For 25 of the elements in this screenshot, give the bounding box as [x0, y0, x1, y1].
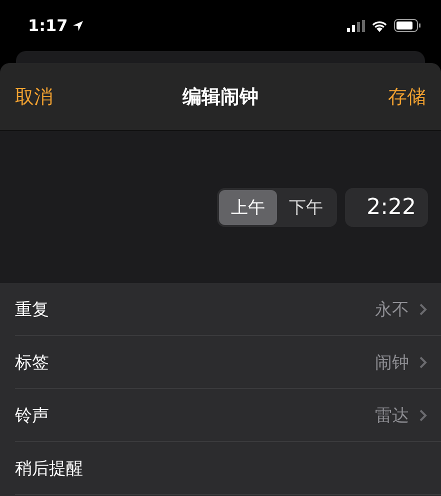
row-label: 铃声 [15, 404, 50, 426]
meridiem-option[interactable]: 上午 [219, 190, 277, 224]
chevron-right-icon [419, 302, 427, 316]
battery-icon [394, 19, 421, 32]
settings-row[interactable]: 重复 永不 [15, 283, 441, 336]
time-field[interactable]: 2:22 [345, 188, 428, 226]
row-value: 闹钟 [375, 352, 409, 374]
row-value: 雷达 [375, 404, 409, 426]
settings-row[interactable]: 标签 闹钟 [15, 336, 441, 389]
row-label: 重复 [15, 298, 50, 320]
cancel-button[interactable]: 取消 [15, 84, 53, 110]
wifi-icon [371, 20, 388, 32]
row-label: 标签 [15, 352, 50, 374]
status-time: 1:17 [28, 16, 68, 35]
sheet-title: 编辑闹钟 [182, 84, 258, 110]
meridiem-option[interactable]: 下午 [277, 190, 335, 224]
settings-row[interactable]: 稍后提醒 [15, 442, 441, 495]
row-label: 稍后提醒 [15, 458, 84, 480]
chevron-right-icon [419, 408, 427, 422]
location-arrow-icon [72, 20, 84, 32]
chevron-right-icon [419, 356, 427, 368]
signal-icon [347, 20, 365, 32]
save-button[interactable]: 存储 [388, 84, 426, 110]
row-value: 永不 [375, 298, 409, 320]
settings-row[interactable]: 铃声 雷达 [15, 389, 441, 442]
